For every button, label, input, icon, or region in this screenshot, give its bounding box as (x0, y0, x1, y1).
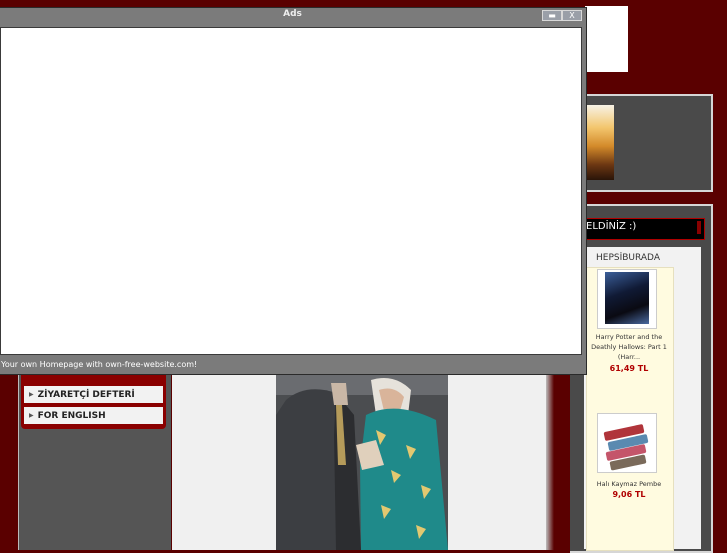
header-white-block (585, 6, 628, 72)
menu-item-english[interactable]: ▶ FOR ENGLISH (24, 407, 163, 424)
product-name[interactable]: Harry Potter and the Deathly Hallows: Pa… (588, 332, 670, 362)
content-shadow (546, 360, 554, 550)
menu-item-label: FOR ENGLISH (37, 411, 106, 421)
menu-item-label: ZİYARETÇİ DEFTERİ (37, 390, 135, 400)
ads-content-area[interactable] (0, 27, 582, 355)
minimize-icon: ▬ (548, 11, 556, 20)
banner-image (583, 105, 614, 180)
close-icon: X (569, 11, 575, 20)
product-price: 9,06 TL (612, 490, 646, 499)
movie-cover-image[interactable] (605, 272, 649, 324)
arrow-right-icon: ▶ (29, 412, 34, 419)
popup-footer-link[interactable]: Your own Homepage with own-free-website.… (1, 360, 197, 369)
product-price: 61,49 TL (609, 364, 649, 373)
marquee-scrollbar[interactable] (697, 221, 701, 234)
welcome-text: ELDİNİZ :) (586, 221, 637, 232)
minimize-button[interactable]: ▬ (542, 10, 562, 21)
product-name[interactable]: Halı Kaymaz Pembe (588, 479, 670, 489)
wedding-photo (276, 375, 448, 550)
shop-title: HEPSİBURADA (596, 253, 660, 263)
couple-photo-graphic (276, 375, 448, 550)
product-image[interactable] (597, 413, 657, 473)
popup-title: Ads (283, 9, 302, 19)
menu-item-guestbook[interactable]: ▶ ZİYARETÇİ DEFTERİ (24, 386, 163, 403)
close-button[interactable]: X (562, 10, 582, 21)
arrow-right-icon: ▶ (29, 391, 34, 398)
